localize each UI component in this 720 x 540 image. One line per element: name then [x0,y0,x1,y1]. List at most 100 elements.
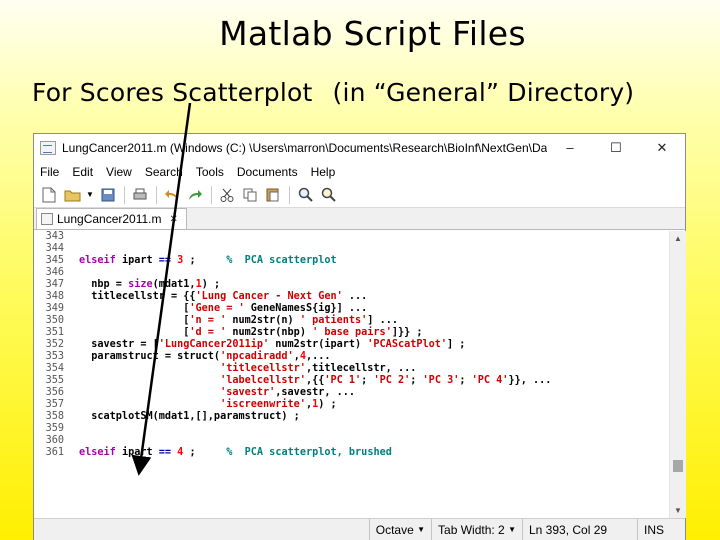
code-line[interactable]: 349 ['Gene = ' GeneNamesS{ig}] ... [34,303,669,315]
code-text: elseif ipart == 4 ; % PCA scatterplot, b… [79,447,392,458]
line-number: 351 [45,327,64,338]
code-line[interactable]: 351 ['d = ' num2str(nbp) ' base pairs']}… [34,327,669,339]
code-text: 'labelcellstr',{{'PC 1'; 'PC 2'; 'PC 3';… [220,375,552,386]
undo-icon[interactable] [161,184,183,206]
tab-width-selector[interactable]: Tab Width: 2 ▼ [431,519,522,540]
line-number: 353 [45,351,64,362]
toolbar-divider [289,185,290,204]
toolbar-divider [156,185,157,204]
line-number: 348 [45,291,64,302]
tab-label: LungCancer2011.m [57,212,162,226]
redo-icon[interactable] [184,184,206,206]
status-bar: Octave ▼ Tab Width: 2 ▼ Ln 393, Col 29 I… [34,518,685,540]
scroll-up-icon[interactable]: ▲ [670,231,686,246]
print-icon[interactable] [129,184,151,206]
close-button[interactable]: ✕ [639,134,685,161]
code-editor[interactable]: 343 344 345 elseif ipart == 3 ; % PCA scatt… [34,231,669,518]
menu-help[interactable]: Help [311,165,336,179]
line-number: 356 [45,387,64,398]
replace-icon[interactable] [317,184,339,206]
line-number: 345 [45,255,64,266]
save-icon[interactable] [97,184,119,206]
menu-search[interactable]: Search [145,165,183,179]
line-number: 344 [45,243,64,254]
menu-file[interactable]: File [40,165,59,179]
code-line[interactable]: 354 'titlecellstr',titlecellstr, ... [34,363,669,375]
chevron-down-icon: ▼ [417,525,426,534]
tab-lungcancer2011[interactable]: LungCancer2011.m ✕ [36,208,187,229]
line-number: 347 [45,279,64,290]
code-line[interactable]: 361 elseif ipart == 4 ; % PCA scatterplot… [34,447,669,459]
window-title: LungCancer2011.m (Windows (C:) \Users\ma… [62,140,547,155]
menu-edit[interactable]: Edit [72,165,93,179]
code-text: scatplotSM(mdat1,[],paramstruct) ; [79,411,300,422]
find-icon[interactable] [294,184,316,206]
code-line[interactable]: 353 paramstruct = struct('npcadiradd',4,… [34,351,669,363]
new-file-icon[interactable] [38,184,60,206]
code-line[interactable]: 360 [34,435,669,447]
line-number: 358 [45,411,64,422]
code-text: titlecellstr = {{'Lung Cancer - Next Gen… [79,291,368,302]
code-line[interactable]: 359 [34,423,669,435]
line-number: 360 [45,435,64,446]
language-selector[interactable]: Octave ▼ [368,519,431,540]
document-tab-bar: LungCancer2011.m ✕ [34,208,685,230]
insert-mode: INS [637,519,685,540]
menu-bar: File Edit View Search Tools Documents He… [34,161,685,182]
code-text: 'titlecellstr',titlecellstr, ... [220,363,417,374]
toolbar-divider [124,185,125,204]
paste-icon[interactable] [262,184,284,206]
line-number: 346 [45,267,64,278]
minimize-button[interactable]: – [547,134,593,161]
code-text: ['n = ' num2str(n) ' patients'] ... [79,315,398,326]
code-line[interactable]: 357 'iscreenwrite',1) ; [34,399,669,411]
code-line[interactable]: 350 ['n = ' num2str(n) ' patients'] ... [34,315,669,327]
code-line[interactable]: 356 'savestr',savestr, ... [34,387,669,399]
code-text: elseif ipart == 3 ; % PCA scatterplot [79,255,337,266]
copy-icon[interactable] [239,184,261,206]
line-number: 354 [45,363,64,374]
cut-icon[interactable] [216,184,238,206]
code-line[interactable]: 348 titlecellstr = {{'Lung Cancer - Next… [34,291,669,303]
maximize-button[interactable]: ☐ [593,134,639,161]
code-text: 'iscreenwrite',1) ; [220,399,337,410]
window-titlebar[interactable]: LungCancer2011.m (Windows (C:) \Users\ma… [34,134,685,161]
scrollbar-thumb[interactable] [673,460,683,472]
line-number: 349 [45,303,64,314]
cursor-position: Ln 393, Col 29 [522,519,637,540]
code-line[interactable]: 343 [34,231,669,243]
code-line[interactable]: 358 scatplotSM(mdat1,[],paramstruct) ; [34,411,669,423]
open-folder-icon[interactable] [61,184,83,206]
editor-window: LungCancer2011.m (Windows (C:) \Users\ma… [33,133,686,540]
tab-close-icon[interactable]: ✕ [170,214,178,225]
menu-tools[interactable]: Tools [196,165,224,179]
menu-documents[interactable]: Documents [237,165,298,179]
code-line[interactable]: 344 [34,243,669,255]
language-label: Octave [375,522,414,537]
code-line[interactable]: 352 savestr = ['LungCancer2011ip' num2st… [34,339,669,351]
code-text: ['d = ' num2str(nbp) ' base pairs']}} ; [79,327,423,338]
subtitle-right: (in “General” Directory) [332,78,635,107]
vertical-scrollbar[interactable]: ▲ ▼ [669,231,686,518]
scroll-down-icon[interactable]: ▼ [670,503,686,518]
code-line[interactable]: 345 elseif ipart == 3 ; % PCA scatterplot [34,255,669,267]
code-line[interactable]: 355 'labelcellstr',{{'PC 1'; 'PC 2'; 'PC… [34,375,669,387]
line-number: 355 [45,375,64,386]
code-text: savestr = ['LungCancer2011ip' num2str(ip… [79,339,466,350]
line-number: 350 [45,315,64,326]
chevron-down-icon[interactable]: ▼ [84,184,96,206]
toolbar: ▼ [34,182,685,208]
menu-view[interactable]: View [106,165,132,179]
slide-title: Matlab Script Files [219,14,526,53]
code-line[interactable]: 347 nbp = size(mdat1,1) ; [34,279,669,291]
slide-subtitle: For Scores Scatterplot (in “General” Dire… [32,78,712,107]
line-number: 359 [45,423,64,434]
subtitle-left: For Scores Scatterplot [32,78,313,107]
line-number: 361 [45,447,64,458]
code-line[interactable]: 346 [34,267,669,279]
code-text: nbp = size(mdat1,1) ; [79,279,221,290]
